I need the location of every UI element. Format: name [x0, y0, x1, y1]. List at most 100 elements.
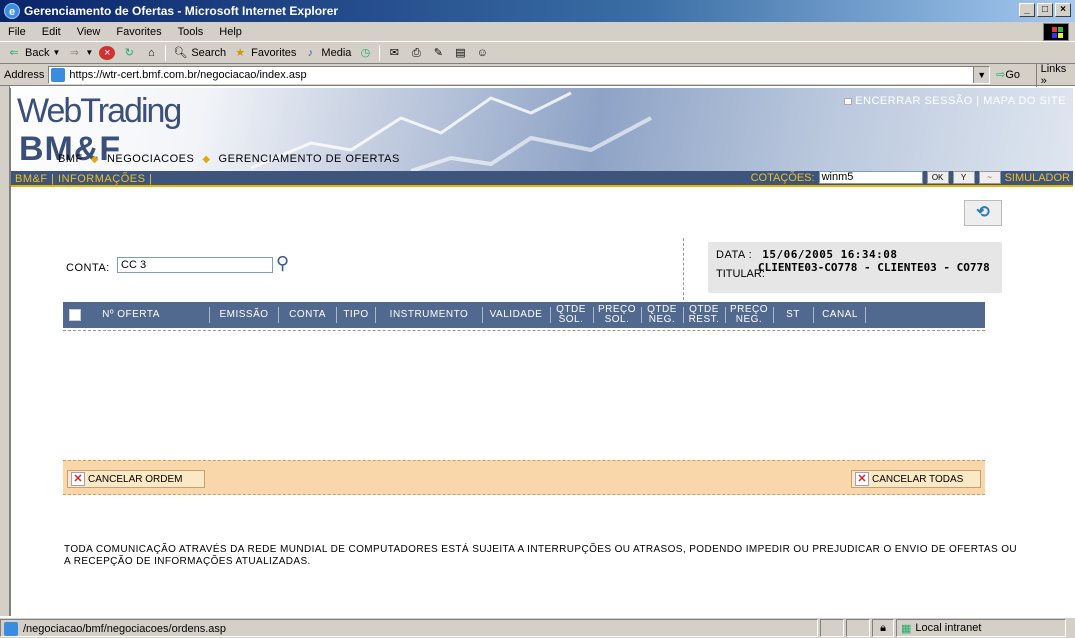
history-button[interactable]: ◷ [357, 46, 373, 60]
discuss-button[interactable]: ▤ [452, 46, 468, 60]
simulator-link[interactable]: SIMULADOR [1005, 172, 1070, 184]
action-bar: ✕ CANCELAR ORDEM ✕ CANCELAR TODAS [63, 460, 985, 495]
search-button[interactable]: 🔍︎ Search [172, 46, 226, 60]
col-header-qtde-rest[interactable]: QTDE REST. [685, 302, 723, 328]
col-label: TIPO [343, 309, 369, 320]
col-header-oferta[interactable]: Nº OFERTA [93, 302, 169, 328]
col-header-conta[interactable]: CONTA [280, 302, 335, 328]
page-content: WebTrading BM&F ENCERRAR SESSÃO | MAPA D… [10, 88, 1073, 616]
chart-icon: ~ [987, 173, 992, 182]
status-text-panel: /negociacao/bmf/negociacoes/ordens.asp [0, 619, 818, 637]
forward-button[interactable]: ⇒ ▼ [66, 46, 94, 60]
filter-button[interactable]: Y [952, 171, 975, 184]
menu-tools[interactable]: Tools [178, 26, 204, 38]
top-links[interactable]: ENCERRAR SESSÃO | MAPA DO SITE [844, 95, 1066, 107]
cancel-order-button[interactable]: ✕ CANCELAR ORDEM [67, 470, 205, 488]
col-label: NEG. [648, 314, 676, 325]
refresh-page-button[interactable]: ↻ [121, 46, 137, 60]
address-dropdown-icon[interactable]: ▼ [973, 66, 990, 83]
window-titlebar: e Gerenciamento de Ofertas - Microsoft I… [0, 0, 1075, 22]
discuss-icon: ▤ [455, 46, 466, 59]
divider [683, 238, 684, 300]
go-arrow-icon: ⇨ [996, 69, 1006, 81]
menu-file[interactable]: File [8, 26, 26, 38]
menu-favorites[interactable]: Favorites [116, 26, 161, 38]
messenger-button[interactable]: ☺ [474, 46, 490, 60]
toolbar-separator [165, 44, 167, 61]
mail-button[interactable]: ✉ [386, 46, 402, 60]
cancel-order-label: CANCELAR ORDEM [88, 473, 183, 485]
chart-button[interactable]: ~ [978, 171, 1001, 184]
windows-logo-icon [1043, 23, 1069, 41]
menu-edit[interactable]: Edit [42, 26, 61, 38]
search-icon: 🔍︎ [173, 46, 188, 59]
col-label: ST [786, 309, 800, 320]
col-header-preco-neg[interactable]: PREÇO NEG. [727, 302, 771, 328]
media-button[interactable]: ♪ Media [302, 46, 352, 60]
quotes-label: COTAÇÕES: [750, 171, 815, 184]
media-label: Media [321, 46, 352, 59]
col-header-canal[interactable]: CANAL [815, 302, 865, 328]
print-button[interactable]: ⎙ [408, 46, 424, 60]
col-header-tipo[interactable]: TIPO [338, 302, 374, 328]
media-icon: ♪ [307, 46, 314, 59]
table-divider [63, 330, 985, 331]
menu-bar: File Edit View Favorites Tools Help [0, 22, 1075, 42]
status-bar: /negociacao/bmf/negociacoes/ordens.asp 🔒… [0, 617, 1075, 638]
home-button[interactable]: ⌂ [143, 46, 159, 60]
back-button[interactable]: ⇐ Back ▼ [6, 46, 60, 60]
select-all-checkbox[interactable] [69, 309, 81, 321]
links-label: Links [1040, 62, 1067, 75]
col-header-emissao[interactable]: EMISSÃO [211, 302, 277, 328]
favorites-button[interactable]: ★ Favorites [232, 46, 296, 60]
edit-button[interactable]: ✎ [430, 46, 446, 60]
home-icon: ⌂ [147, 46, 155, 59]
cancel-all-button[interactable]: ✕ CANCELAR TODAS [851, 470, 981, 488]
holder-value: CLIENTE03-CO778 - CLIENTE03 - CO778 [758, 261, 990, 274]
back-label: Back [25, 46, 50, 59]
refresh-button[interactable]: ⟲ [964, 200, 1002, 226]
quotes-ok-button[interactable]: OK [926, 171, 949, 184]
favorites-label: Favorites [251, 46, 297, 59]
menu-view[interactable]: View [77, 26, 101, 38]
window-title: Gerenciamento de Ofertas - Microsoft Int… [24, 4, 339, 18]
filter-icon: Y [960, 173, 967, 182]
col-header-qtde-neg[interactable]: QTDE NEG. [643, 302, 681, 328]
magnifier-icon[interactable]: ⚲ [276, 253, 289, 274]
page-icon [4, 622, 18, 636]
status-text: /negociacao/bmf/negociacoes/ordens.asp [23, 623, 227, 635]
col-label: NEG. [735, 314, 763, 325]
edit-icon: ✎ [433, 46, 443, 59]
col-header-instrumento[interactable]: INSTRUMENTO [377, 302, 481, 328]
zone-panel: ▦ Local intranet [896, 619, 1066, 637]
maximize-button[interactable]: □ [1037, 3, 1053, 17]
search-label: Search [191, 46, 227, 59]
site-navbar: BM&F | INFORMAÇÕES | COTAÇÕES: winm5 OK … [11, 171, 1073, 187]
minimize-button[interactable]: _ [1019, 3, 1035, 17]
col-header-st[interactable]: ST [775, 302, 811, 328]
go-button[interactable]: ⇨Go [996, 68, 1035, 81]
top-links-text[interactable]: ENCERRAR SESSÃO | MAPA DO SITE [855, 95, 1066, 107]
col-header-qtde-sol[interactable]: QTDE SOL. [552, 302, 590, 328]
col-label: VALIDADE [489, 309, 543, 320]
quotes-input[interactable]: winm5 [818, 171, 923, 184]
date-value: 15/06/2005 16:34:08 [762, 248, 898, 261]
date-label: DATA : [716, 249, 753, 261]
address-input[interactable]: https://wtr-cert.bmf.com.br/negociacao/i… [48, 65, 991, 84]
breadcrumb-negociacoes[interactable]: NEGOCIACOES [107, 153, 194, 165]
col-header-validade[interactable]: VALIDADE [484, 302, 548, 328]
col-header-preco-sol[interactable]: PREÇO SOL. [595, 302, 639, 328]
cancel-x-icon: ✕ [71, 472, 85, 486]
breadcrumb-bmf[interactable]: BMF [58, 153, 83, 165]
status-panel [846, 619, 870, 637]
close-button[interactable]: × [1055, 3, 1071, 17]
menu-help[interactable]: Help [219, 26, 242, 38]
nav-left-links[interactable]: BM&F | INFORMAÇÕES | [15, 173, 152, 185]
back-arrow-icon: ⇐ [9, 46, 19, 59]
stop-button[interactable]: × [99, 45, 116, 60]
cancel-x-icon: ✕ [855, 472, 869, 486]
disclaimer-text: TODA COMUNICAÇÃO ATRAVÉS DA REDE MUNDIAL… [64, 544, 1018, 567]
account-info-box: DATA :15/06/2005 16:34:08 TITULAR: CLIEN… [708, 242, 1002, 293]
links-button[interactable]: Links » [1035, 62, 1075, 87]
account-input[interactable]: CC 3 [117, 257, 273, 273]
